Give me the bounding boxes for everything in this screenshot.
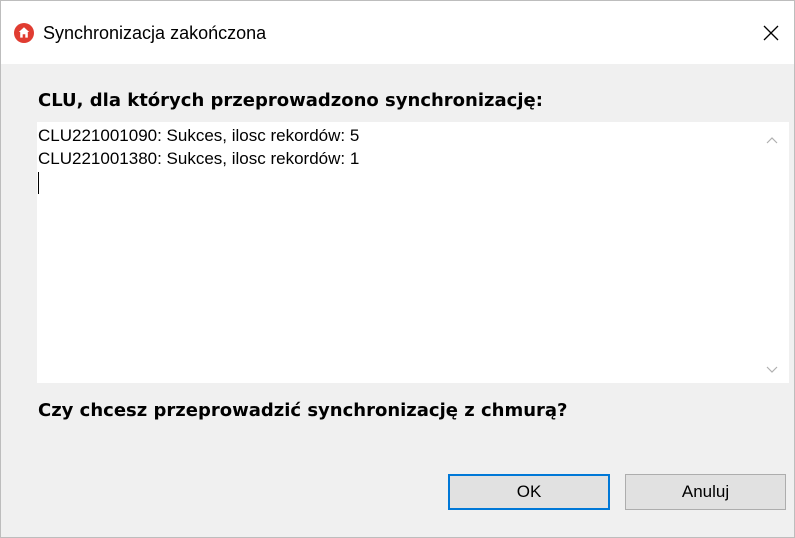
cloud-sync-question: Czy chcesz przeprowadzić synchronizację …	[38, 400, 568, 421]
home-icon	[14, 23, 34, 43]
ok-button[interactable]: OK	[448, 474, 610, 510]
sync-list-heading: CLU, dla których przeprowadzono synchron…	[38, 90, 543, 111]
close-button[interactable]	[748, 1, 794, 64]
text-caret	[38, 172, 39, 194]
chevron-down-icon[interactable]	[765, 365, 779, 375]
sync-dialog-window: Synchronizacja zakończona CLU, dla który…	[0, 0, 795, 538]
chevron-up-icon[interactable]	[765, 135, 779, 145]
log-line: CLU221001380: Sukces, ilosc rekordów: 1	[38, 149, 360, 168]
close-icon	[763, 25, 779, 40]
log-line: CLU221001090: Sukces, ilosc rekordów: 5	[38, 126, 360, 145]
title-bar: Synchronizacja zakończona	[1, 1, 794, 64]
vertical-scrollbar[interactable]	[755, 122, 789, 383]
sync-log-textarea[interactable]: CLU221001090: Sukces, ilosc rekordów: 5 …	[37, 122, 789, 383]
sync-log-content: CLU221001090: Sukces, ilosc rekordów: 5 …	[38, 124, 750, 194]
cancel-button[interactable]: Anuluj	[625, 474, 786, 510]
window-title: Synchronizacja zakończona	[43, 23, 267, 43]
